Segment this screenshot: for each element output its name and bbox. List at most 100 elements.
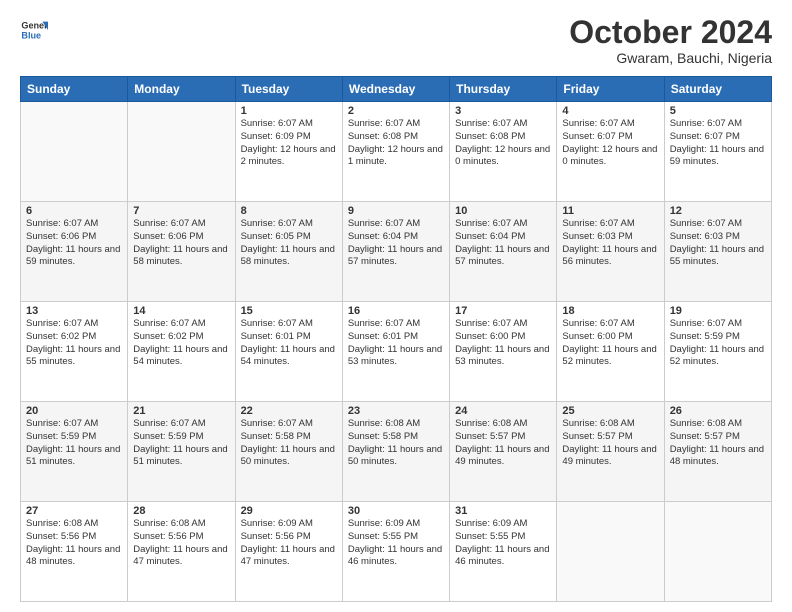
calendar-cell: 14Sunrise: 6:07 AM Sunset: 6:02 PM Dayli… — [128, 302, 235, 402]
calendar-day-header: Thursday — [450, 77, 557, 102]
cell-content: Sunrise: 6:08 AM Sunset: 5:57 PM Dayligh… — [670, 418, 766, 469]
calendar-cell: 6Sunrise: 6:07 AM Sunset: 6:06 PM Daylig… — [21, 202, 128, 302]
day-number: 19 — [670, 305, 766, 317]
cell-content: Sunrise: 6:08 AM Sunset: 5:58 PM Dayligh… — [348, 418, 444, 469]
calendar-day-header: Monday — [128, 77, 235, 102]
cell-content: Sunrise: 6:07 AM Sunset: 6:01 PM Dayligh… — [348, 318, 444, 369]
calendar-week-row: 6 Sunrise: 6:07 AM Sunset: 6:06 PM Daylig… — [21, 202, 772, 302]
calendar-day-header: Sunday — [21, 77, 128, 102]
title-block: October 2024 Gwaram, Bauchi, Nigeria — [569, 16, 772, 66]
calendar-cell: 24Sunrise: 6:08 AM Sunset: 5:57 PM Dayli… — [450, 402, 557, 502]
cell-content: Sunrise: 6:07 AM Sunset: 6:03 PM Dayligh… — [670, 218, 766, 269]
cell-content: Sunrise: 6:07 AM Sunset: 6:07 PM Dayligh… — [562, 118, 658, 169]
day-number: 9 — [348, 205, 444, 217]
day-number: 12 — [670, 205, 766, 217]
day-number: 5 — [670, 105, 766, 117]
cell-content: Sunrise: 6:07 AM Sunset: 6:05 PM Dayligh… — [241, 218, 337, 269]
calendar-cell: 11Sunrise: 6:07 AM Sunset: 6:03 PM Dayli… — [557, 202, 664, 302]
cell-content: Sunrise: 6:07 AM Sunset: 6:01 PM Dayligh… — [241, 318, 337, 369]
calendar-cell: 15Sunrise: 6:07 AM Sunset: 6:01 PM Dayli… — [235, 302, 342, 402]
logo-icon: General Blue — [20, 16, 48, 44]
calendar-cell: 30Sunrise: 6:09 AM Sunset: 5:55 PM Dayli… — [342, 502, 449, 602]
cell-content: Sunrise: 6:08 AM Sunset: 5:57 PM Dayligh… — [455, 418, 551, 469]
calendar-cell: 18Sunrise: 6:07 AM Sunset: 6:00 PM Dayli… — [557, 302, 664, 402]
cell-content: Sunrise: 6:07 AM Sunset: 6:06 PM Dayligh… — [133, 218, 229, 269]
cell-content: Sunrise: 6:07 AM Sunset: 5:58 PM Dayligh… — [241, 418, 337, 469]
day-number: 2 — [348, 105, 444, 117]
cell-content: Sunrise: 6:08 AM Sunset: 5:57 PM Dayligh… — [562, 418, 658, 469]
cell-content: Sunrise: 6:07 AM Sunset: 6:00 PM Dayligh… — [455, 318, 551, 369]
cell-content: Sunrise: 6:07 AM Sunset: 5:59 PM Dayligh… — [26, 418, 122, 469]
calendar-cell: 29Sunrise: 6:09 AM Sunset: 5:56 PM Dayli… — [235, 502, 342, 602]
calendar-week-row: 27Sunrise: 6:08 AM Sunset: 5:56 PM Dayli… — [21, 502, 772, 602]
day-number: 7 — [133, 205, 229, 217]
day-number: 4 — [562, 105, 658, 117]
day-number: 24 — [455, 405, 551, 417]
calendar-day-header: Saturday — [664, 77, 771, 102]
day-number: 25 — [562, 405, 658, 417]
day-number: 1 — [241, 105, 337, 117]
calendar-cell: 7Sunrise: 6:07 AM Sunset: 6:06 PM Daylig… — [128, 202, 235, 302]
calendar-cell: 9Sunrise: 6:07 AM Sunset: 6:04 PM Daylig… — [342, 202, 449, 302]
cell-content: Sunrise: 6:08 AM Sunset: 5:56 PM Dayligh… — [133, 518, 229, 569]
cell-content: Sunrise: 6:07 AM Sunset: 6:07 PM Dayligh… — [670, 118, 766, 169]
day-number: 8 — [241, 205, 337, 217]
day-number: 14 — [133, 305, 229, 317]
calendar-cell: 12Sunrise: 6:07 AM Sunset: 6:03 PM Dayli… — [664, 202, 771, 302]
calendar-cell: 16Sunrise: 6:07 AM Sunset: 6:01 PM Dayli… — [342, 302, 449, 402]
cell-content: Sunrise: 6:07 AM Sunset: 6:04 PM Dayligh… — [348, 218, 444, 269]
day-number: 23 — [348, 405, 444, 417]
day-number: 13 — [26, 305, 122, 317]
calendar-cell: 4Sunrise: 6:07 AM Sunset: 6:07 PM Daylig… — [557, 102, 664, 202]
calendar-week-row: 1Sunrise: 6:07 AM Sunset: 6:09 PM Daylig… — [21, 102, 772, 202]
cell-content: Sunrise: 6:07 AM Sunset: 6:04 PM Dayligh… — [455, 218, 551, 269]
calendar-cell: 5Sunrise: 6:07 AM Sunset: 6:07 PM Daylig… — [664, 102, 771, 202]
calendar-cell: 3Sunrise: 6:07 AM Sunset: 6:08 PM Daylig… — [450, 102, 557, 202]
calendar-cell: 23Sunrise: 6:08 AM Sunset: 5:58 PM Dayli… — [342, 402, 449, 502]
day-number: 6 — [26, 205, 122, 217]
calendar-cell — [21, 102, 128, 202]
calendar-cell: 2Sunrise: 6:07 AM Sunset: 6:08 PM Daylig… — [342, 102, 449, 202]
calendar-week-row: 13Sunrise: 6:07 AM Sunset: 6:02 PM Dayli… — [21, 302, 772, 402]
day-number: 16 — [348, 305, 444, 317]
calendar-cell: 19Sunrise: 6:07 AM Sunset: 5:59 PM Dayli… — [664, 302, 771, 402]
day-number: 18 — [562, 305, 658, 317]
subtitle: Gwaram, Bauchi, Nigeria — [569, 50, 772, 66]
cell-content: Sunrise: 6:07 AM Sunset: 6:03 PM Dayligh… — [562, 218, 658, 269]
calendar-cell: 27Sunrise: 6:08 AM Sunset: 5:56 PM Dayli… — [21, 502, 128, 602]
calendar-cell: 1Sunrise: 6:07 AM Sunset: 6:09 PM Daylig… — [235, 102, 342, 202]
day-number: 30 — [348, 505, 444, 517]
cell-content: Sunrise: 6:07 AM Sunset: 6:02 PM Dayligh… — [133, 318, 229, 369]
day-number: 26 — [670, 405, 766, 417]
calendar-table: SundayMondayTuesdayWednesdayThursdayFrid… — [20, 76, 772, 602]
cell-content: Sunrise: 6:07 AM Sunset: 5:59 PM Dayligh… — [133, 418, 229, 469]
calendar-cell: 13Sunrise: 6:07 AM Sunset: 6:02 PM Dayli… — [21, 302, 128, 402]
calendar-cell: 21Sunrise: 6:07 AM Sunset: 5:59 PM Dayli… — [128, 402, 235, 502]
calendar-cell — [664, 502, 771, 602]
calendar-header-row: SundayMondayTuesdayWednesdayThursdayFrid… — [21, 77, 772, 102]
day-number: 29 — [241, 505, 337, 517]
calendar-cell: 20Sunrise: 6:07 AM Sunset: 5:59 PM Dayli… — [21, 402, 128, 502]
day-number: 15 — [241, 305, 337, 317]
day-number: 31 — [455, 505, 551, 517]
day-number: 22 — [241, 405, 337, 417]
header: General Blue October 2024 Gwaram, Bauchi… — [20, 16, 772, 66]
day-number: 11 — [562, 205, 658, 217]
svg-text:Blue: Blue — [21, 30, 41, 40]
cell-content: Sunrise: 6:09 AM Sunset: 5:56 PM Dayligh… — [241, 518, 337, 569]
calendar-cell — [557, 502, 664, 602]
calendar-cell — [128, 102, 235, 202]
cell-content: Sunrise: 6:07 AM Sunset: 6:08 PM Dayligh… — [455, 118, 551, 169]
cell-content: Sunrise: 6:09 AM Sunset: 5:55 PM Dayligh… — [455, 518, 551, 569]
day-number: 3 — [455, 105, 551, 117]
calendar-cell: 28Sunrise: 6:08 AM Sunset: 5:56 PM Dayli… — [128, 502, 235, 602]
calendar-day-header: Tuesday — [235, 77, 342, 102]
day-number: 10 — [455, 205, 551, 217]
cell-content: Sunrise: 6:07 AM Sunset: 6:08 PM Dayligh… — [348, 118, 444, 169]
day-number: 17 — [455, 305, 551, 317]
calendar-week-row: 20Sunrise: 6:07 AM Sunset: 5:59 PM Dayli… — [21, 402, 772, 502]
cell-content: Sunrise: 6:09 AM Sunset: 5:55 PM Dayligh… — [348, 518, 444, 569]
cell-content: Sunrise: 6:08 AM Sunset: 5:56 PM Dayligh… — [26, 518, 122, 569]
day-number: 20 — [26, 405, 122, 417]
cell-content: Sunrise: 6:07 AM Sunset: 6:02 PM Dayligh… — [26, 318, 122, 369]
